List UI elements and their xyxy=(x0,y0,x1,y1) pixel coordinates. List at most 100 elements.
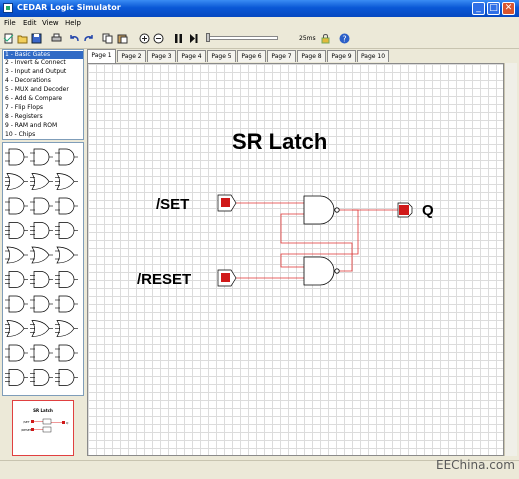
gate-palette-item[interactable] xyxy=(5,173,28,190)
gate-palette-item[interactable] xyxy=(55,369,78,386)
zoom-out-icon[interactable] xyxy=(153,33,164,44)
gate-palette-item[interactable] xyxy=(30,271,53,288)
q-output-led xyxy=(397,202,413,218)
gate-palette-item[interactable] xyxy=(5,271,28,288)
nand-gate-bottom[interactable] xyxy=(303,256,340,286)
category-item[interactable]: 2 - Invert & Connect xyxy=(5,59,66,67)
gate-palette-item[interactable] xyxy=(30,197,53,215)
title-bar: CEDAR Logic Simulator _ □ ✕ xyxy=(0,0,519,17)
category-item[interactable]: 9 - RAM and ROM xyxy=(5,122,57,130)
gate-palette[interactable] xyxy=(2,142,84,396)
gate-palette-item[interactable] xyxy=(5,246,28,264)
category-item[interactable]: 7 - Flip Flops xyxy=(5,104,43,112)
category-item[interactable]: 8 - Registers xyxy=(5,113,43,121)
menu-file[interactable]: File xyxy=(4,19,16,27)
tab-page-3[interactable]: Page 3 xyxy=(147,50,176,62)
paste-icon[interactable] xyxy=(117,33,128,44)
redo-icon[interactable] xyxy=(83,33,94,44)
vertical-scrollbar[interactable] xyxy=(504,63,517,456)
gate-palette-item[interactable] xyxy=(5,222,28,239)
speed-slider-thumb[interactable] xyxy=(206,33,210,42)
gate-palette-item[interactable] xyxy=(5,344,28,362)
gate-palette-item[interactable] xyxy=(5,320,28,337)
gate-palette-item[interactable] xyxy=(55,246,78,264)
category-item[interactable]: 4 - Decorations xyxy=(5,77,51,85)
maximize-button[interactable]: □ xyxy=(487,2,500,15)
reset-label: /RESET xyxy=(137,271,191,288)
gate-palette-item[interactable] xyxy=(30,344,53,362)
circuit-canvas[interactable]: SR Latch /SET /RESET Q xyxy=(87,63,504,456)
preview-diagram: SR Latch /SET /RESET Q xyxy=(21,408,69,433)
lock-icon[interactable] xyxy=(320,33,331,44)
watermark-text: EEChina.com xyxy=(436,458,515,472)
gate-palette-item[interactable] xyxy=(55,197,78,215)
gate-palette-item[interactable] xyxy=(30,173,53,190)
nand-gate-top[interactable] xyxy=(303,195,340,225)
tab-page-2[interactable]: Page 2 xyxy=(117,50,146,62)
close-button[interactable]: ✕ xyxy=(502,2,515,15)
gate-palette-item[interactable] xyxy=(55,222,78,239)
tab-page-8[interactable]: Page 8 xyxy=(297,50,326,62)
save-icon[interactable] xyxy=(31,33,42,44)
gate-palette-item[interactable] xyxy=(30,148,53,166)
gate-palette-item[interactable] xyxy=(5,295,28,313)
category-item[interactable]: 3 - Input and Output xyxy=(5,68,66,76)
app-icon xyxy=(3,3,13,13)
menu-help[interactable]: Help xyxy=(65,19,81,27)
help-icon[interactable]: ? xyxy=(339,33,350,44)
print-icon[interactable] xyxy=(51,33,62,44)
gate-palette-item[interactable] xyxy=(55,320,78,337)
gate-palette-item[interactable] xyxy=(55,271,78,288)
reset-input-switch[interactable] xyxy=(217,269,237,287)
gate-palette-item[interactable] xyxy=(5,197,28,215)
gate-palette-item[interactable] xyxy=(30,295,53,313)
tab-page-1[interactable]: Page 1 xyxy=(87,49,116,63)
tab-page-10[interactable]: Page 10 xyxy=(357,50,389,62)
minimize-button[interactable]: _ xyxy=(472,2,485,15)
category-item[interactable]: 6 - Add & Compare xyxy=(5,95,62,103)
preview-title: SR Latch xyxy=(33,408,53,413)
gate-palette-item[interactable] xyxy=(5,148,28,166)
speed-value: 25ms xyxy=(299,35,316,42)
tab-page-5[interactable]: Page 5 xyxy=(207,50,236,62)
menu-edit[interactable]: Edit xyxy=(23,19,37,27)
gate-palette-item[interactable] xyxy=(55,344,78,362)
new-file-icon[interactable] xyxy=(3,33,14,44)
category-item[interactable]: 1 - Basic Gates xyxy=(4,51,83,59)
preview-set-label: /SET xyxy=(23,420,30,424)
svg-text:?: ? xyxy=(342,35,346,44)
copy-icon[interactable] xyxy=(102,33,113,44)
speed-slider[interactable] xyxy=(206,36,278,40)
zoom-in-icon[interactable] xyxy=(139,33,150,44)
menu-view[interactable]: View xyxy=(42,19,59,27)
pause-icon[interactable] xyxy=(173,33,184,44)
category-list[interactable]: 1 - Basic Gates 2 - Invert & Connect 3 -… xyxy=(2,49,84,140)
undo-icon[interactable] xyxy=(69,33,80,44)
set-label: /SET xyxy=(156,196,189,213)
tab-page-4[interactable]: Page 4 xyxy=(177,50,206,62)
gate-palette-item[interactable] xyxy=(5,369,28,386)
circuit-diagram[interactable]: SR Latch /SET /RESET Q xyxy=(88,64,503,455)
circuit-title: SR Latch xyxy=(232,129,327,154)
tab-page-6[interactable]: Page 6 xyxy=(237,50,266,62)
gate-palette-item[interactable] xyxy=(55,173,78,190)
category-item[interactable]: 5 - MUX and Decoder xyxy=(5,86,69,94)
page-preview[interactable]: SR Latch /SET /RESET Q xyxy=(12,400,74,456)
tab-page-9[interactable]: Page 9 xyxy=(327,50,356,62)
gate-palette-item[interactable] xyxy=(55,295,78,313)
gate-palette-item[interactable] xyxy=(30,320,53,337)
gate-palette-icons[interactable] xyxy=(3,143,83,395)
gate-palette-item[interactable] xyxy=(30,369,53,386)
menu-bar: File Edit View Help xyxy=(0,17,519,29)
step-icon[interactable] xyxy=(188,33,199,44)
gate-palette-item[interactable] xyxy=(55,148,78,166)
preview-reset-label: /RESET xyxy=(21,428,32,432)
gate-palette-item[interactable] xyxy=(30,222,53,239)
gate-palette-item[interactable] xyxy=(30,246,53,264)
open-folder-icon[interactable] xyxy=(17,33,28,44)
category-item[interactable]: 10 - Chips xyxy=(5,131,35,139)
set-input-switch[interactable] xyxy=(217,194,237,212)
page-tabs: Page 1 Page 2 Page 3 Page 4 Page 5 Page … xyxy=(87,49,517,63)
output-label: Q xyxy=(422,202,434,219)
tab-page-7[interactable]: Page 7 xyxy=(267,50,296,62)
